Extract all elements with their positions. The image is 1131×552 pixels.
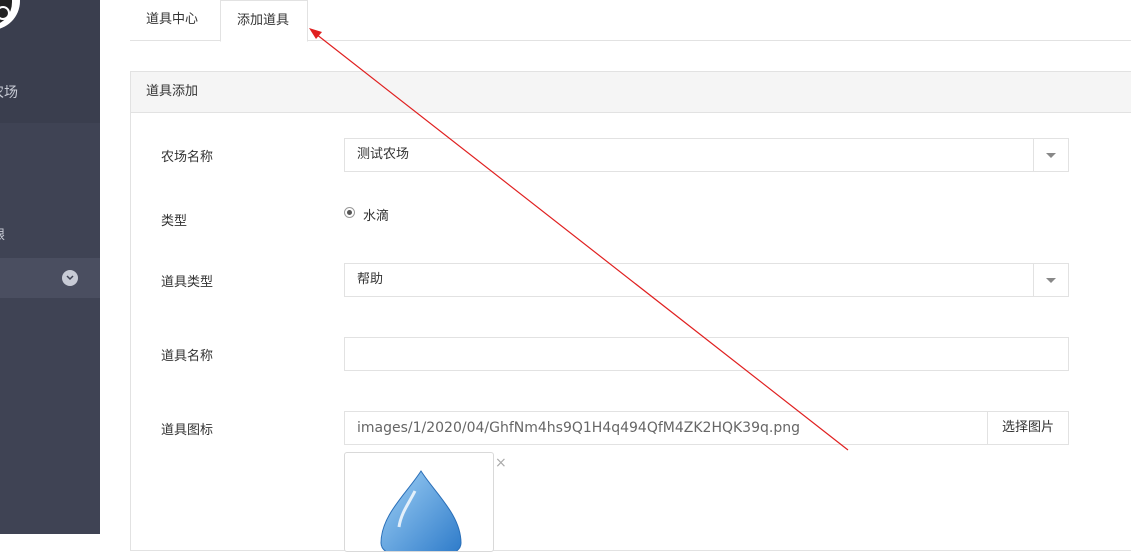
annotation-arrow (309, 28, 849, 451)
